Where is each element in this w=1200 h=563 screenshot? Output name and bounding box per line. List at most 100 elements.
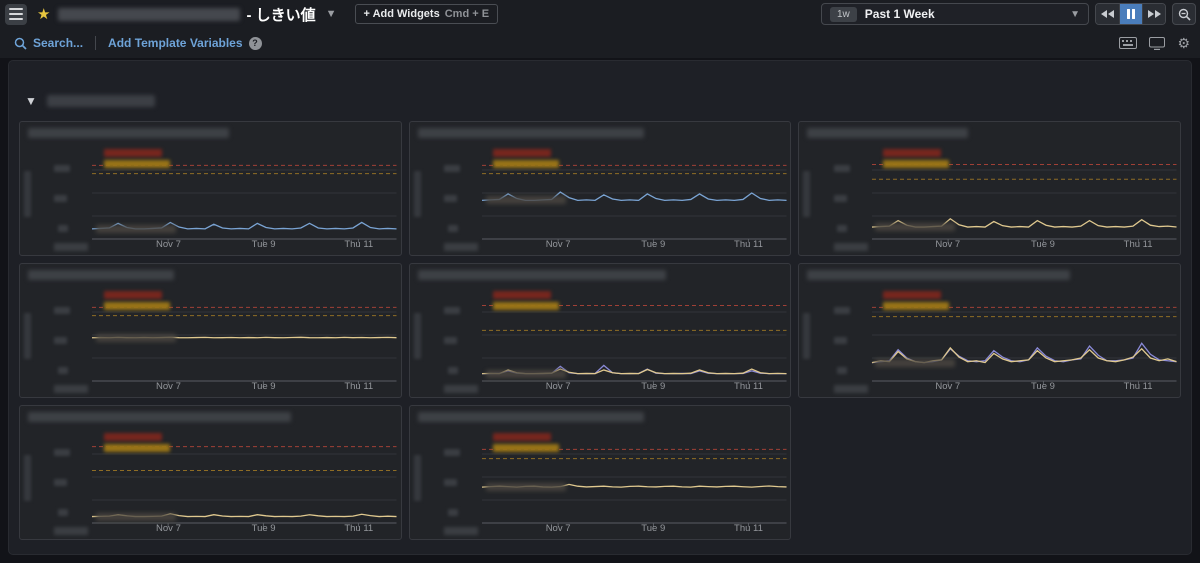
y-tick-redacted [837,225,848,232]
x-tick-label: Tue 9 [251,523,276,534]
y-tick-redacted [54,449,71,456]
y-tick-redacted [447,225,458,232]
widget-title-redacted [28,128,229,138]
timeseries-plot[interactable]: Nov 7 Tue 9 Thu 11 [410,427,791,539]
time-range-picker[interactable]: 1w Past 1 Week ▼ [821,3,1089,25]
section-title-redacted [46,95,155,107]
y-tick-redacted [833,337,847,344]
legend-critical-redacted [103,291,162,299]
x-tick-label: Nov 7 [545,239,571,250]
x-tick-label: Nov 7 [156,239,181,250]
chart-legend-redacted [103,149,170,168]
timeseries-plot[interactable]: Nov 7 Tue 9 Thu 11 [20,143,401,255]
chart-legend-redacted [883,291,950,310]
divider [95,36,97,50]
widget-title-redacted [807,128,968,138]
x-tick-label: Thu 11 [734,523,763,534]
chart-legend-redacted [493,291,560,310]
x-tick-label: Nov 7 [156,523,181,534]
widget-title [20,264,401,285]
timeseries-plot[interactable]: Nov 7 Tue 9 Thu 11 [20,427,401,539]
legend-warning-redacted [493,444,560,452]
widget-title-redacted [28,412,291,422]
x-tick-label: Tue 9 [641,523,666,534]
x-tick-label: Tue 9 [1030,381,1055,392]
x-tick-label: Thu 11 [344,381,374,392]
keyboard-shortcuts-icon[interactable] [1119,37,1138,49]
legend-warning-redacted [493,160,560,168]
chart-widget-6[interactable]: Nov 7 Tue 9 Thu 11 [798,263,1181,398]
x-axis: Nov 7 Tue 9 Thu 11 [20,523,401,537]
chevron-down-icon: ▼ [25,94,37,108]
x-tick-label: Thu 11 [1123,239,1153,250]
add-widgets-button[interactable]: + Add Widgets Cmd + E [354,4,499,24]
section-header-cpu-memory[interactable]: ▼ [9,61,1191,115]
legend-critical-redacted [883,291,942,299]
series-label-redacted [485,196,566,205]
widget-title-redacted [417,128,644,138]
chart-widget-7[interactable]: Nov 7 Tue 9 Thu 11 [19,405,402,540]
favorite-star-icon[interactable]: ★ [37,5,50,23]
y-tick-redacted [54,307,71,314]
chart-widget-3[interactable]: Nov 7 Tue 9 Thu 11 [798,121,1181,256]
dashboard-title-suffix: - しきい値 [246,6,316,24]
y-tick-redacted [837,367,848,374]
chart-widget-5[interactable]: Nov 7 Tue 9 Thu 11 [408,263,792,398]
pause-button[interactable] [1119,4,1142,24]
y-tick-redacted [443,337,457,344]
chart-widget-8[interactable]: Nov 7 Tue 9 Thu 11 [408,405,792,540]
y-tick-redacted [833,195,847,202]
help-icon[interactable]: ? [248,36,262,50]
zoom-out-button[interactable] [1172,3,1196,25]
y-tick-redacted [833,165,850,172]
y-tick-redacted [54,479,68,486]
y-axis-title-redacted [413,455,421,501]
dashboard-title[interactable]: - しきい値 ▼ [58,4,337,25]
zoom-out-icon [1178,8,1191,21]
chevron-down-icon[interactable]: ▼ [326,8,337,20]
y-tick-redacted [58,225,69,232]
legend-warning-redacted [103,444,170,452]
y-tick-redacted [447,509,458,516]
legend-critical-redacted [493,291,552,299]
timeseries-plot[interactable]: Nov 7 Tue 9 Thu 11 [799,285,1180,397]
forward-button[interactable] [1142,4,1165,24]
tv-mode-icon[interactable] [1149,36,1166,50]
legend-warning-redacted [103,160,170,168]
rewind-button[interactable] [1096,4,1119,24]
y-axis-title-redacted [413,171,421,217]
series-label-redacted [875,223,956,232]
timeseries-plot[interactable]: Nov 7 Tue 9 Thu 11 [799,143,1180,255]
x-tick-label: Nov 7 [156,381,181,392]
menu-icon[interactable] [5,3,27,25]
legend-warning-redacted [103,302,170,310]
x-axis: Nov 7 Tue 9 Thu 11 [20,239,401,253]
chart-widget-2[interactable]: Nov 7 Tue 9 Thu 11 [408,121,792,256]
widget-title [410,406,791,427]
timeseries-plot[interactable]: Nov 7 Tue 9 Thu 11 [410,143,791,255]
timeseries-plot[interactable]: Nov 7 Tue 9 Thu 11 [20,285,401,397]
search-icon [14,37,27,50]
y-axis-title-redacted [803,171,811,217]
y-tick-redacted [443,479,457,486]
search-control[interactable]: Search... [14,36,83,50]
gear-icon[interactable]: ⚙ [1177,36,1190,50]
y-tick-redacted [443,195,457,202]
x-tick-label: Thu 11 [344,523,374,534]
x-axis: Nov 7 Tue 9 Thu 11 [799,381,1180,395]
x-tick-label: Thu 11 [1123,381,1153,392]
series-label-redacted [485,369,566,378]
chart-widget-1[interactable]: Nov 7 Tue 9 Thu 11 [19,121,402,256]
chart-legend-redacted [883,149,950,168]
legend-critical-redacted [103,149,162,157]
y-tick-redacted [58,367,69,374]
time-controls: 1w Past 1 Week ▼ [821,3,1196,25]
timeseries-plot[interactable]: Nov 7 Tue 9 Thu 11 [410,285,791,397]
chart-legend-redacted [103,433,170,452]
x-tick-label: Nov 7 [935,239,961,250]
search-label: Search... [33,36,84,50]
y-tick-redacted [58,509,69,516]
x-tick-label: Nov 7 [545,381,571,392]
add-template-variables-link[interactable]: Add Template Variables [108,36,243,50]
chart-widget-4[interactable]: Nov 7 Tue 9 Thu 11 [19,263,402,398]
